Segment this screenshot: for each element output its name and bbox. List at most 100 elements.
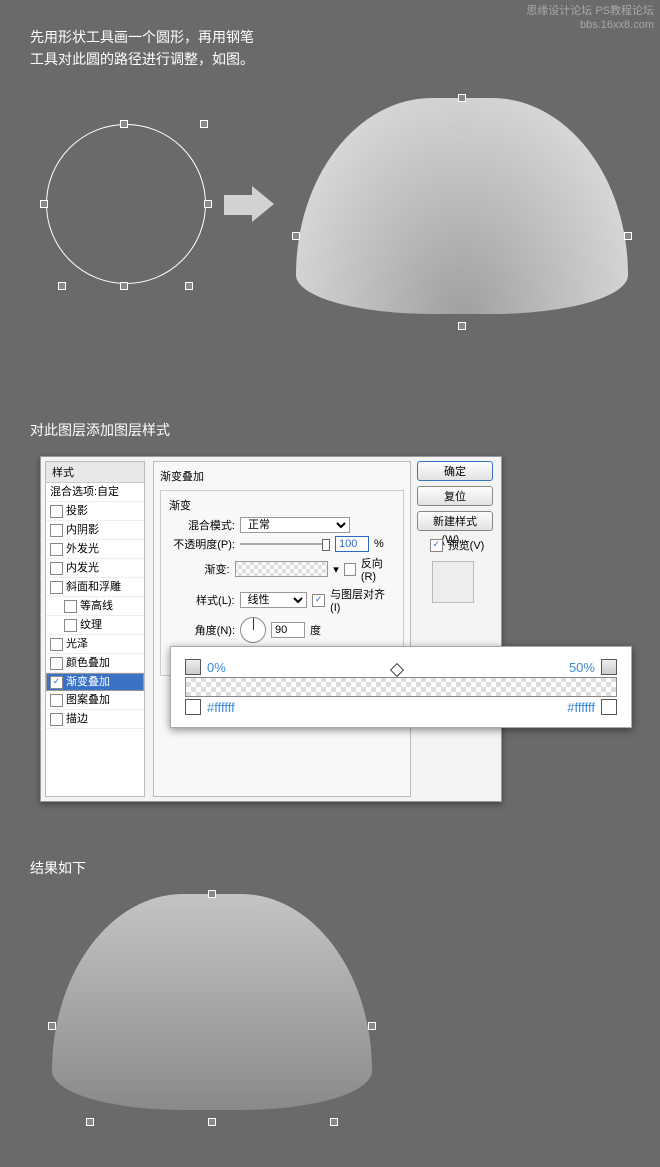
opacity-stop-left[interactable] — [185, 659, 201, 675]
checkbox-icon[interactable] — [50, 524, 63, 537]
checkbox-icon[interactable] — [50, 543, 63, 556]
sidebar-blend-options[interactable]: 混合选项:自定 — [46, 483, 144, 502]
angle-input[interactable] — [271, 622, 305, 638]
sidebar-item-outerglow[interactable]: 外发光 — [46, 540, 144, 559]
dome2-handle — [208, 890, 216, 898]
sidebar-item-patternoverlay[interactable]: 图案叠加 — [46, 691, 144, 710]
sidebar-item-stroke[interactable]: 描边 — [46, 710, 144, 729]
slider-thumb-icon[interactable] — [322, 539, 330, 551]
blendmode-select[interactable]: 正常 — [240, 517, 350, 533]
intro-text: 先用形状工具画一个圆形，再用钢笔 工具对此圆的路径进行调整，如图。 — [30, 26, 254, 70]
preview-checkbox[interactable]: ✓ — [430, 539, 443, 552]
row-angle: 角度(N): 度 — [169, 617, 395, 643]
arrow-icon — [224, 194, 274, 230]
preview-swatch — [432, 561, 474, 603]
row-opacity: 不透明度(P): % — [169, 536, 395, 552]
dropdown-icon[interactable]: ▾ — [333, 563, 339, 576]
dome2-handle — [86, 1118, 94, 1126]
watermark-line2: bbs.16xx8.com — [526, 18, 654, 32]
sidebar-item-contour[interactable]: 等高线 — [46, 597, 144, 616]
color-stop-right[interactable] — [601, 699, 617, 715]
watermark: 思缘设计论坛 PS教程论坛 bbs.16xx8.com — [526, 4, 654, 32]
sidebar-item-texture[interactable]: 纹理 — [46, 616, 144, 635]
circle-handle — [185, 282, 193, 290]
section3-title: 结果如下 — [30, 858, 86, 878]
checkbox-icon[interactable] — [50, 713, 63, 726]
dome1-handle — [292, 232, 300, 240]
preview-row: ✓ 预览(V) — [417, 537, 497, 553]
watermark-line1: 思缘设计论坛 PS教程论坛 — [526, 4, 654, 18]
intro-line1: 先用形状工具画一个圆形，再用钢笔 — [30, 26, 254, 48]
dome-preview-1 — [296, 98, 628, 314]
angle-unit: 度 — [310, 622, 321, 638]
dialog-main-panel: 渐变叠加 渐变 混合模式: 正常 不透明度(P): % 渐变: — [153, 461, 411, 797]
sidebar-item-satin[interactable]: 光泽 — [46, 635, 144, 654]
angle-dial[interactable] — [240, 617, 266, 643]
angle-label: 角度(N): — [169, 622, 235, 638]
gradient-label: 渐变: — [169, 561, 230, 577]
dome1-handle — [458, 94, 466, 102]
section2-title: 对此图层添加图层样式 — [30, 420, 170, 440]
circle-handle — [120, 282, 128, 290]
sidebar-item-dropshadow[interactable]: 投影 — [46, 502, 144, 521]
sidebar-item-gradientoverlay[interactable]: ✓渐变叠加 — [46, 673, 144, 691]
dome2-handle — [208, 1118, 216, 1126]
opacity-unit: % — [374, 538, 384, 550]
intro-line2: 工具对此圆的路径进行调整，如图。 — [30, 48, 254, 70]
blendmode-label: 混合模式: — [169, 517, 235, 533]
dome2-handle — [330, 1118, 338, 1126]
page-root: 思缘设计论坛 PS教程论坛 bbs.16xx8.com 先用形状工具画一个圆形，… — [0, 0, 660, 1167]
group-title: 渐变 — [169, 497, 395, 513]
circle-handle — [200, 120, 208, 128]
checkbox-icon[interactable] — [50, 581, 63, 594]
checkbox-icon[interactable] — [64, 600, 77, 613]
dome1-handle — [458, 322, 466, 330]
opacity-stop-right[interactable] — [601, 659, 617, 675]
sidebar-item-innershadow[interactable]: 内阴影 — [46, 521, 144, 540]
reset-button[interactable]: 复位 — [417, 486, 493, 506]
align-checkbox[interactable]: ✓ — [312, 594, 325, 607]
style-select[interactable]: 线性 — [240, 592, 308, 608]
row-gradient: 渐变: ▾ 反向(R) — [169, 555, 395, 583]
row-style: 样式(L): 线性 ✓ 与图层对齐(I) — [169, 586, 395, 614]
preview-label: 预览(V) — [448, 537, 485, 553]
sidebar-head: 样式 — [46, 462, 144, 483]
opacity-label: 不透明度(P): — [169, 536, 235, 552]
circle-handle — [40, 200, 48, 208]
new-style-button[interactable]: 新建样式(W)... — [417, 511, 493, 531]
checkbox-icon[interactable] — [50, 638, 63, 651]
checkbox-icon[interactable] — [50, 694, 63, 707]
color-stop-left[interactable] — [185, 699, 201, 715]
dome2-handle — [368, 1022, 376, 1030]
circle-handle — [120, 120, 128, 128]
dome2-handle — [48, 1022, 56, 1030]
dialog-title: 渐变叠加 — [160, 468, 404, 484]
reverse-label: 反向(R) — [361, 555, 395, 583]
checkbox-icon[interactable] — [50, 562, 63, 575]
circle-handle — [58, 282, 66, 290]
left-opacity-label: 0% — [207, 660, 226, 675]
style-label: 样式(L): — [169, 592, 235, 608]
checkbox-icon[interactable]: ✓ — [50, 676, 63, 689]
dome-preview-result — [52, 894, 372, 1110]
sidebar-item-coloroverlay[interactable]: 颜色叠加 — [46, 654, 144, 673]
dome1-handle — [624, 232, 632, 240]
checkbox-icon[interactable] — [64, 619, 77, 632]
dialog-styles-sidebar: 样式 混合选项:自定 投影 内阴影 外发光 内发光 斜面和浮雕 等高线 纹理 光… — [45, 461, 145, 797]
checkbox-icon[interactable] — [50, 657, 63, 670]
sidebar-item-innerglow[interactable]: 内发光 — [46, 559, 144, 578]
reverse-checkbox[interactable] — [344, 563, 356, 576]
opacity-input[interactable] — [335, 536, 369, 552]
circle-handle — [204, 200, 212, 208]
midpoint-diamond-icon[interactable] — [390, 663, 404, 677]
sidebar-item-bevel[interactable]: 斜面和浮雕 — [46, 578, 144, 597]
gradient-editor-callout: 0% 50% #ffffff #ffffff — [170, 646, 632, 728]
gradient-bar[interactable] — [185, 677, 617, 697]
align-label: 与图层对齐(I) — [330, 586, 395, 614]
ok-button[interactable]: 确定 — [417, 461, 493, 481]
gradient-preview[interactable] — [235, 561, 329, 577]
checkbox-icon[interactable] — [50, 505, 63, 518]
right-color-label: #ffffff — [567, 700, 595, 715]
opacity-slider[interactable] — [240, 538, 330, 550]
left-color-label: #ffffff — [207, 700, 235, 715]
